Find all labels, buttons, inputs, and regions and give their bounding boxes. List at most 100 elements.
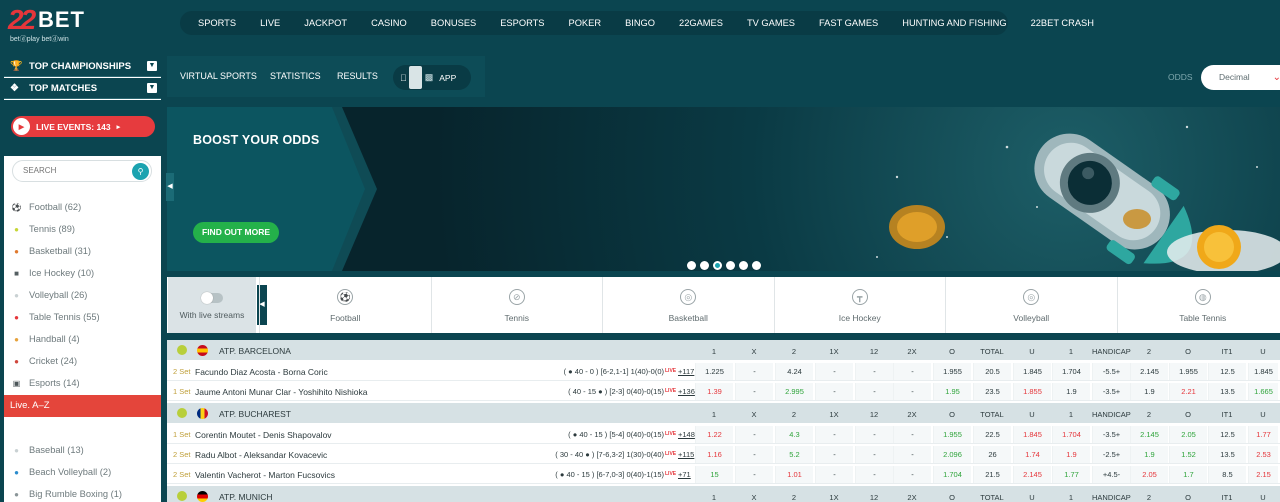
more-markets-link[interactable]: +71 xyxy=(678,470,691,479)
statistics-link[interactable]: STATISTICS xyxy=(270,71,321,81)
odds-cell[interactable]: 23.5 xyxy=(973,383,1011,400)
odds-cell[interactable]: 1.77 xyxy=(1052,466,1090,483)
odds-cell[interactable]: -3.5+ xyxy=(1092,383,1130,400)
more-markets-link[interactable]: +148 xyxy=(678,430,695,439)
sidebar-item-basketball[interactable]: ● Basketball (31) xyxy=(4,240,161,262)
more-markets-link[interactable]: +115 xyxy=(678,450,694,459)
odds-cell[interactable]: 1.845 xyxy=(1013,426,1051,443)
odds-cell[interactable]: 5.2 xyxy=(775,446,813,463)
league-header[interactable]: ATP. MUNICH 1 X 2 1X 12 2X O TOTAL U 1 HANDICAP 2 O IT… xyxy=(167,486,1280,502)
odds-cell[interactable]: -2.5+ xyxy=(1092,446,1130,463)
promo-banner[interactable]: BOOST YOUR ODDS FIND OUT MORE xyxy=(167,107,1280,271)
odds-cell[interactable]: 26 xyxy=(973,446,1011,463)
sidebar-item-football[interactable]: ⚽ Football (62) xyxy=(4,196,161,218)
league-header[interactable]: ATP. BUCHAREST 1 X 2 1X 12 2X O TOTAL U 1 HANDICAP 2… xyxy=(167,403,1280,423)
nav-hunting-and-fishing[interactable]: HUNTING AND FISHING xyxy=(890,18,1018,28)
match-teams[interactable]: Corentin Moutet - Denis Shapovalov xyxy=(195,430,332,440)
live-az-header[interactable]: Live. A–Z xyxy=(4,395,161,417)
odds-cell[interactable]: 4.24 xyxy=(775,363,813,380)
match-teams[interactable]: Jaume Antoni Munar Clar - Yoshihito Nish… xyxy=(195,387,367,397)
odds-cell[interactable]: 2.05 xyxy=(1169,426,1207,443)
match-row[interactable]: 1 Set Jaume Antoni Munar Clar - Yoshihito… xyxy=(167,382,1280,401)
more-markets-link[interactable]: +117 xyxy=(678,367,694,376)
banner-dot[interactable] xyxy=(700,261,709,270)
odds-cell[interactable]: 1.665 xyxy=(1248,383,1278,400)
banner-dot[interactable] xyxy=(752,261,761,270)
odds-cell[interactable]: 1.845 xyxy=(1013,363,1051,380)
odds-cell[interactable]: 1.9 xyxy=(1130,383,1168,400)
odds-cell[interactable]: 2.995 xyxy=(775,383,813,400)
filter-ice-hockey[interactable]: ┳ Ice Hockey xyxy=(773,277,946,333)
odds-cell[interactable]: 1.704 xyxy=(1052,363,1090,380)
nav-bonuses[interactable]: BONUSES xyxy=(419,18,488,28)
sidebar-item-boxing[interactable]: ● Big Rumble Boxing (1) xyxy=(4,483,161,502)
odds-cell[interactable]: 1.855 xyxy=(1013,383,1051,400)
odds-cell[interactable]: 1.955 xyxy=(1169,363,1207,380)
odds-cell[interactable]: 1.52 xyxy=(1169,446,1207,463)
odds-cell[interactable]: 2.145 xyxy=(1130,426,1168,443)
odds-cell[interactable]: 2.145 xyxy=(1013,466,1051,483)
filter-football[interactable]: ⚽ Football xyxy=(259,277,431,333)
league-header[interactable]: ATP. BARCELONA 1 X 2 1X 12 2X O TOTAL U 1 HANDICAP 2… xyxy=(167,340,1280,360)
sidebar-item-tennis-ball[interactable]: ● Tennis (89) xyxy=(4,218,161,240)
search-icon[interactable]: ⚲ xyxy=(132,163,149,180)
odds-cell[interactable]: 12.5 xyxy=(1208,363,1246,380)
brand-logo[interactable]: 22 BET betⓓplay betⓓwin xyxy=(8,6,118,44)
toggle-switch[interactable] xyxy=(201,292,223,304)
nav-jackpot[interactable]: JACKPOT xyxy=(292,18,359,28)
odds-cell[interactable]: 20.5 xyxy=(973,363,1011,380)
match-row[interactable]: 1 Set Corentin Moutet - Denis Shapovalov (… xyxy=(167,425,1280,444)
odds-format-select[interactable]: Decimal ⌄ xyxy=(1201,65,1280,90)
nav-fast-games[interactable]: FAST GAMES xyxy=(807,18,890,28)
odds-cell[interactable]: 1.9 xyxy=(1130,446,1168,463)
match-row[interactable]: 2 Set Valentin Vacherot - Marton Fucsovic… xyxy=(167,465,1280,484)
odds-cell[interactable]: 1.704 xyxy=(1052,426,1090,443)
filter-basketball[interactable]: ◎ Basketball xyxy=(602,277,774,333)
app-button[interactable]:  ▩ APP xyxy=(393,65,471,90)
chevron-down-icon[interactable]: ▼ xyxy=(147,61,157,71)
nav-22games[interactable]: 22GAMES xyxy=(667,18,735,28)
nav-tv-games[interactable]: TV GAMES xyxy=(735,18,807,28)
odds-cell[interactable]: 21.5 xyxy=(973,466,1011,483)
nav-22bet-crash[interactable]: 22BET CRASH xyxy=(1019,18,1106,28)
filter-tennis[interactable]: ⊘ Tennis xyxy=(430,277,603,333)
odds-cell[interactable]: 13.5 xyxy=(1208,446,1246,463)
sidebar-item-baseball[interactable]: ● Baseball (13) xyxy=(4,439,161,461)
nav-bingo[interactable]: BINGO xyxy=(613,18,667,28)
nav-casino[interactable]: CASINO xyxy=(359,18,419,28)
odds-cell[interactable]: 13.5 xyxy=(1208,383,1246,400)
match-teams[interactable]: Radu Albot - Aleksandar Kovacevic xyxy=(195,450,327,460)
top-matches-header[interactable]: ❖ TOP MATCHES ▼ xyxy=(4,78,161,99)
banner-dot[interactable] xyxy=(713,261,722,270)
odds-cell[interactable]: 15 xyxy=(695,466,733,483)
sidebar-item-handball[interactable]: ● Handball (4) xyxy=(4,328,161,350)
nav-live[interactable]: LIVE xyxy=(248,18,292,28)
collapse-sidebar-icon[interactable]: ◀ xyxy=(166,173,174,201)
search-input[interactable] xyxy=(23,166,123,175)
match-row[interactable]: 2 Set Radu Albot - Aleksandar Kovacevic ( … xyxy=(167,445,1280,464)
match-teams[interactable]: Valentin Vacherot - Marton Fucsovics xyxy=(195,470,335,480)
odds-cell[interactable]: 1.01 xyxy=(775,466,813,483)
odds-cell[interactable]: 1.955 xyxy=(933,363,971,380)
odds-cell[interactable]: 2.15 xyxy=(1248,466,1278,483)
odds-cell[interactable]: 2.096 xyxy=(933,446,971,463)
odds-cell[interactable]: 1.77 xyxy=(1248,426,1278,443)
banner-dot[interactable] xyxy=(739,261,748,270)
chevron-down-icon[interactable]: ▼ xyxy=(147,83,157,93)
odds-cell[interactable]: 1.16 xyxy=(695,446,733,463)
odds-cell[interactable]: 2.05 xyxy=(1130,466,1168,483)
odds-cell[interactable]: 1.95 xyxy=(933,383,971,400)
nav-esports[interactable]: ESPORTS xyxy=(488,18,556,28)
live-events-button[interactable]: ▶ LIVE EVENTS: 143 ▸ xyxy=(11,116,155,137)
odds-cell[interactable]: 4.3 xyxy=(775,426,813,443)
sidebar-item-cricket[interactable]: ● Cricket (24) xyxy=(4,350,161,372)
odds-cell[interactable]: 1.7 xyxy=(1169,466,1207,483)
top-championships-header[interactable]: 🏆 TOP CHAMPIONSHIPS ▼ xyxy=(4,56,161,77)
odds-cell[interactable]: 1.22 xyxy=(695,426,733,443)
virtual-sports-link[interactable]: VIRTUAL SPORTS xyxy=(180,71,257,81)
sidebar-item-volleyball[interactable]: ● Volleyball (26) xyxy=(4,284,161,306)
odds-cell[interactable]: -5.5+ xyxy=(1092,363,1130,380)
results-link[interactable]: RESULTS xyxy=(337,71,378,81)
filter-table-tennis[interactable]: ◍ Table Tennis xyxy=(1116,277,1280,333)
sidebar-item-beach-volleyball[interactable]: ● Beach Volleyball (2) xyxy=(4,461,161,483)
